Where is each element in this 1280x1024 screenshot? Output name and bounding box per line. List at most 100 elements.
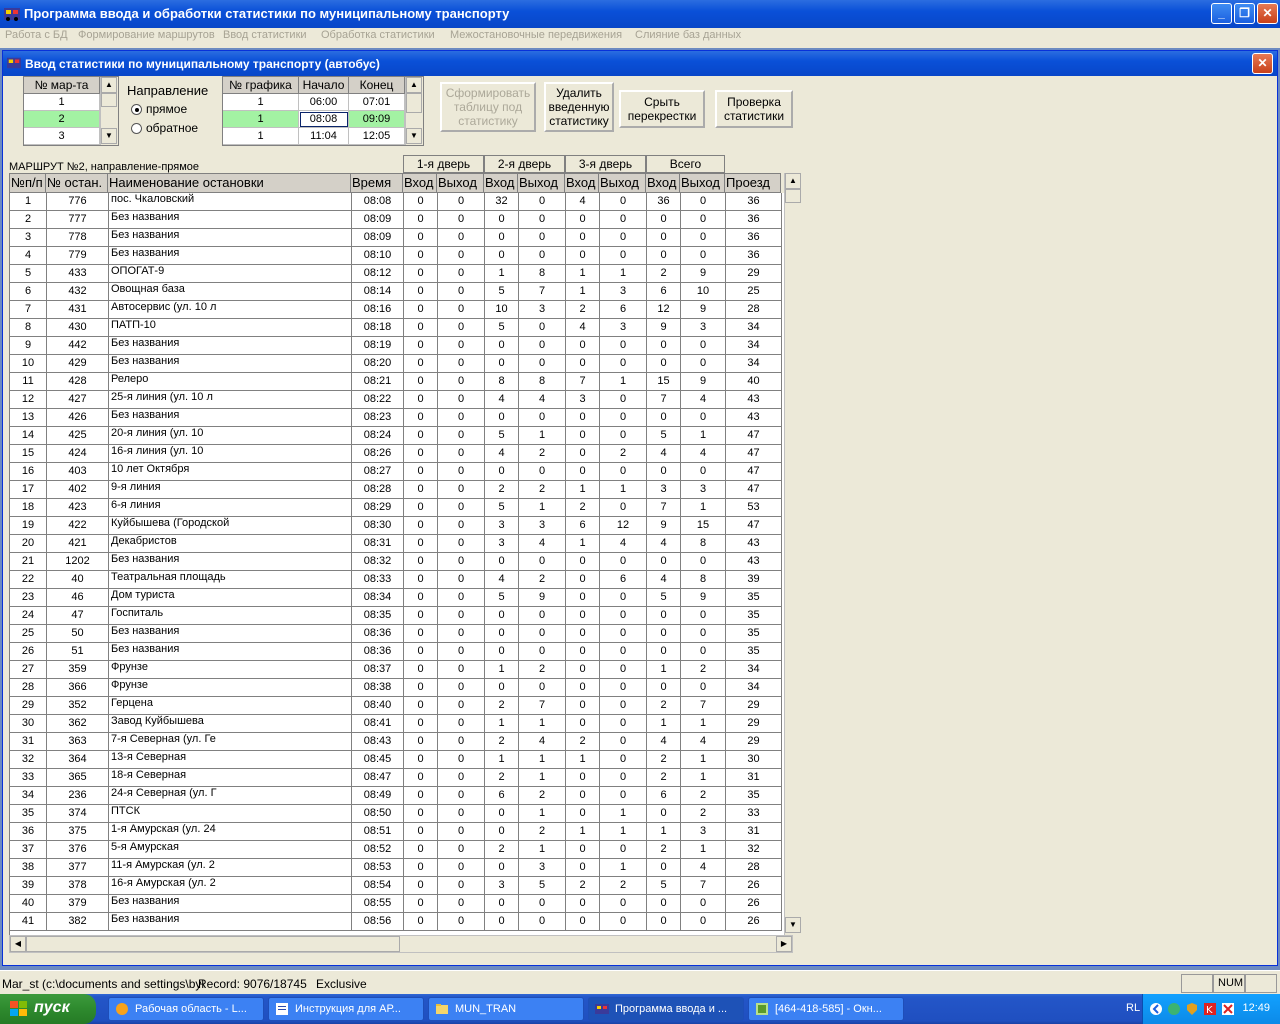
cell-door3-in[interactable]: 0 xyxy=(566,679,600,697)
cell-door3-out[interactable]: 0 xyxy=(600,391,647,409)
scroll-left-arrow-icon[interactable]: ◀ xyxy=(10,936,26,952)
cell-door1-out[interactable]: 0 xyxy=(438,193,485,211)
cell-stop-number[interactable]: 424 xyxy=(47,445,109,463)
cell-stop-number[interactable]: 779 xyxy=(47,247,109,265)
cell-door2-in[interactable]: 0 xyxy=(485,823,519,841)
cell-stop-number[interactable]: 425 xyxy=(47,427,109,445)
cell-index[interactable]: 15 xyxy=(10,445,47,463)
scroll-thumb[interactable] xyxy=(406,93,422,113)
cell-stop-number[interactable]: 442 xyxy=(47,337,109,355)
cell-door3-out[interactable]: 1 xyxy=(600,481,647,499)
cell-ride[interactable]: 47 xyxy=(726,463,782,481)
tray-agent-icon[interactable] xyxy=(1221,1002,1235,1016)
col-header-time[interactable]: Время xyxy=(351,173,403,193)
cell-index[interactable]: 10 xyxy=(10,355,47,373)
cell-door1-out[interactable]: 0 xyxy=(438,445,485,463)
scroll-down-arrow-icon[interactable]: ▼ xyxy=(101,128,117,144)
stats-row[interactable]: 8 430 ПАТП-10 08:18 0 0 5 0 4 3 9 3 34 xyxy=(10,319,784,337)
cell-stop-name[interactable]: Фрунзе xyxy=(109,679,352,697)
cell-door1-in[interactable]: 0 xyxy=(404,643,438,661)
cell-door1-in[interactable]: 0 xyxy=(404,877,438,895)
cell-door1-out[interactable]: 0 xyxy=(438,535,485,553)
cell-door3-in[interactable]: 1 xyxy=(566,283,600,301)
cell-stop-name[interactable]: Без названия xyxy=(109,247,352,265)
cell-door1-in[interactable]: 0 xyxy=(404,553,438,571)
stats-row[interactable]: 31 363 7-я Северная (ул. Ге 08:43 0 0 2 4 2 0 4 4 29 xyxy=(10,733,784,751)
cell-door1-in[interactable]: 0 xyxy=(404,427,438,445)
cell-door1-in[interactable]: 0 xyxy=(404,319,438,337)
tray-av-icon[interactable]: K xyxy=(1203,1002,1217,1016)
cell-time[interactable]: 08:29 xyxy=(352,499,404,517)
cell-door2-out[interactable]: 1 xyxy=(519,841,566,859)
cell-door1-in[interactable]: 0 xyxy=(404,841,438,859)
cell-time[interactable]: 08:14 xyxy=(352,283,404,301)
cell-door3-out[interactable]: 0 xyxy=(600,607,647,625)
cell-door2-in[interactable]: 2 xyxy=(485,481,519,499)
cell-stop-name[interactable]: ПАТП-10 xyxy=(109,319,352,337)
cell-door2-in[interactable]: 2 xyxy=(485,841,519,859)
cell-door3-in[interactable]: 4 xyxy=(566,193,600,211)
cell-ride[interactable]: 43 xyxy=(726,409,782,427)
cell-stop-number[interactable]: 359 xyxy=(47,661,109,679)
direction-forward-radio[interactable]: прямое xyxy=(131,101,221,117)
cell-door1-out[interactable]: 0 xyxy=(438,337,485,355)
cell-door1-in[interactable]: 0 xyxy=(404,445,438,463)
cell-door2-out[interactable]: 2 xyxy=(519,823,566,841)
cell-door1-out[interactable]: 0 xyxy=(438,769,485,787)
cell-door2-out[interactable]: 2 xyxy=(519,481,566,499)
cell-door2-in[interactable]: 2 xyxy=(485,733,519,751)
child-close-button[interactable]: ✕ xyxy=(1252,53,1273,74)
cell-index[interactable]: 40 xyxy=(10,895,47,913)
cell-door3-in[interactable]: 2 xyxy=(566,877,600,895)
cell-door1-in[interactable]: 0 xyxy=(404,517,438,535)
cell-stop-number[interactable]: 236 xyxy=(47,787,109,805)
task-workspace[interactable]: Рабочая область - L... xyxy=(108,997,264,1021)
stats-hscrollbar[interactable]: ◀ ▶ xyxy=(9,935,793,953)
cell-door1-out[interactable]: 0 xyxy=(438,679,485,697)
cell-door1-in[interactable]: 0 xyxy=(404,211,438,229)
cell-stop-name[interactable]: Без названия xyxy=(109,553,352,571)
cell-door2-out[interactable]: 7 xyxy=(519,283,566,301)
cell-door3-in[interactable]: 0 xyxy=(566,805,600,823)
cell-stop-number[interactable]: 777 xyxy=(47,211,109,229)
cell-door1-out[interactable]: 0 xyxy=(438,211,485,229)
tray-network-icon[interactable] xyxy=(1167,1002,1181,1016)
cell-time[interactable]: 08:45 xyxy=(352,751,404,769)
cell-index[interactable]: 23 xyxy=(10,589,47,607)
cell-door3-out[interactable]: 0 xyxy=(600,229,647,247)
cell-door3-out[interactable]: 0 xyxy=(600,355,647,373)
cell-door3-out[interactable]: 2 xyxy=(600,445,647,463)
cell-door3-out[interactable]: 0 xyxy=(600,589,647,607)
cell-door1-in[interactable]: 0 xyxy=(404,805,438,823)
cell-total-out[interactable]: 0 xyxy=(681,679,726,697)
cell-stop-number[interactable]: 46 xyxy=(47,589,109,607)
cell-door3-out[interactable]: 1 xyxy=(600,265,647,283)
cell-index[interactable]: 37 xyxy=(10,841,47,859)
cell-total-out[interactable]: 0 xyxy=(681,229,726,247)
cell-door1-out[interactable]: 0 xyxy=(438,229,485,247)
cell-door2-out[interactable]: 0 xyxy=(519,337,566,355)
cell-door2-in[interactable]: 3 xyxy=(485,535,519,553)
cell-ride[interactable]: 26 xyxy=(726,913,782,931)
cell-stop-number[interactable]: 365 xyxy=(47,769,109,787)
cell-door2-in[interactable]: 5 xyxy=(485,319,519,337)
cell-door3-out[interactable]: 1 xyxy=(600,823,647,841)
cell-door3-in[interactable]: 0 xyxy=(566,463,600,481)
cell-total-out[interactable]: 1 xyxy=(681,769,726,787)
cell-ride[interactable]: 25 xyxy=(726,283,782,301)
cell-ride[interactable]: 34 xyxy=(726,319,782,337)
stats-row[interactable]: 26 51 Без названия 08:36 0 0 0 0 0 0 0 0 35 xyxy=(10,643,784,661)
cell-time[interactable]: 08:20 xyxy=(352,355,404,373)
cell-stop-number[interactable]: 429 xyxy=(47,355,109,373)
cell-stop-name[interactable]: 5-я Амурская xyxy=(109,841,352,859)
cell-door2-out[interactable]: 4 xyxy=(519,535,566,553)
cell-door3-in[interactable]: 0 xyxy=(566,661,600,679)
cell-door3-in[interactable]: 0 xyxy=(566,427,600,445)
cell-stop-name[interactable]: Декабристов xyxy=(109,535,352,553)
cell-door3-in[interactable]: 4 xyxy=(566,319,600,337)
cell-time[interactable]: 08:38 xyxy=(352,679,404,697)
cell-door3-in[interactable]: 1 xyxy=(566,265,600,283)
cell-total-in[interactable]: 0 xyxy=(647,679,681,697)
cell-door2-in[interactable]: 5 xyxy=(485,499,519,517)
cell-index[interactable]: 32 xyxy=(10,751,47,769)
